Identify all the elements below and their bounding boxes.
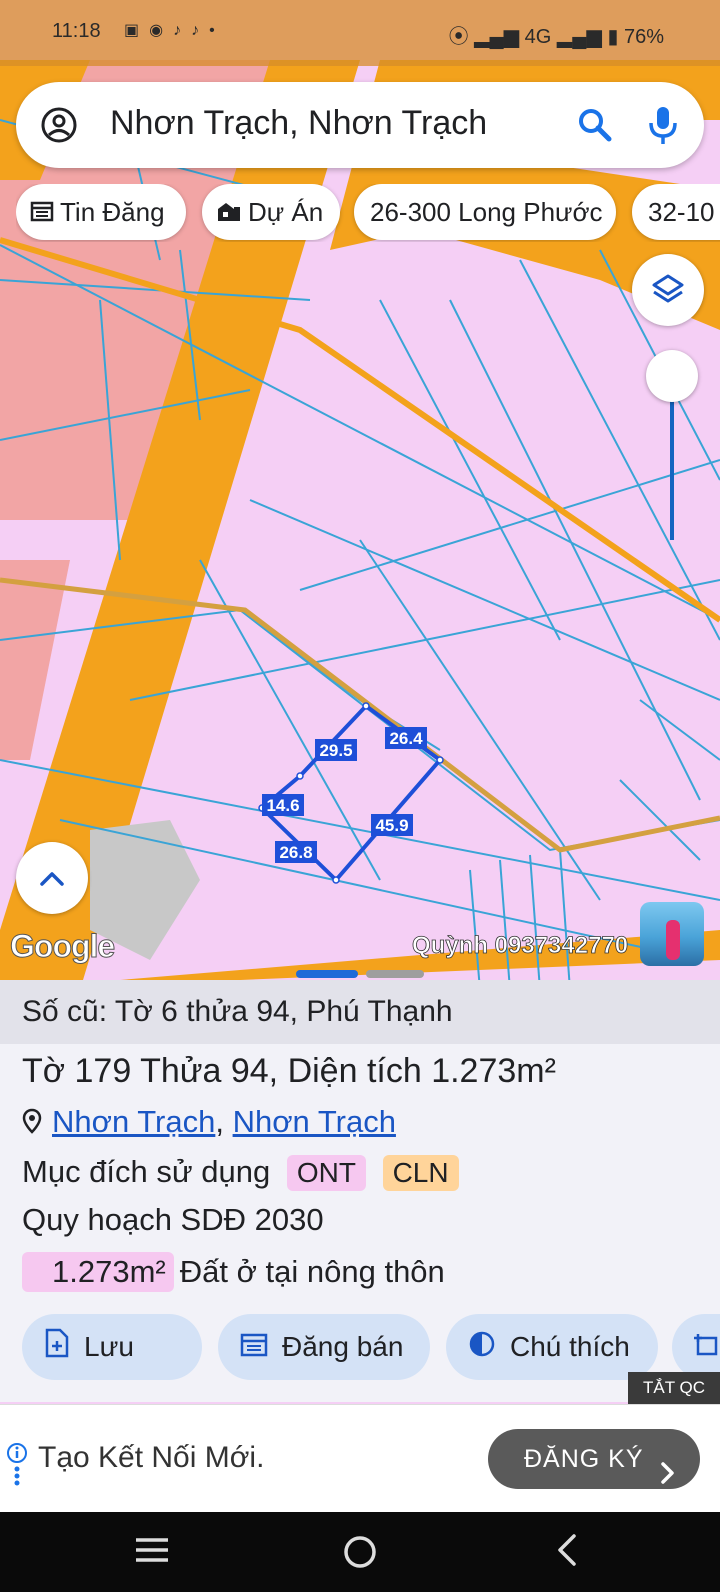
map-watermark: Quỳnh 0937342770 (412, 932, 629, 960)
add-photo-icon (694, 1316, 720, 1380)
save-file-icon (44, 1316, 70, 1380)
search-icon[interactable] (576, 106, 614, 149)
parcel-info-sheet: Số cũ: Tờ 6 thửa 94, Phú Thạnh Tờ 179 Th… (0, 970, 720, 1402)
chip-tin-dang[interactable]: Tin Đăng (16, 184, 186, 240)
edge-label-5: 26.8 (279, 843, 312, 862)
land-use-purpose: Mục đích sử dụng ONT CLN (22, 1154, 459, 1191)
post-sale-button[interactable]: Đăng bán (218, 1314, 430, 1380)
edge-label-4: 45.9 (375, 816, 408, 835)
calendar-icon (240, 1316, 268, 1380)
tag-cln: CLN (382, 1155, 459, 1191)
network-type: 4G (524, 26, 552, 48)
status-bar: 11:18 ▣◉♪♪• ⦿ ▂▄▆ 4G ▂▄▆ ▮ 76% (0, 0, 720, 66)
status-time: 11:18 (52, 20, 101, 42)
layers-icon (650, 272, 686, 313)
chip-du-an[interactable]: Dự Án (202, 184, 340, 240)
opacity-slider-track[interactable] (670, 380, 674, 540)
province-link[interactable]: Nhơn Trạch (233, 1104, 396, 1139)
chip-label: Dự Án (248, 197, 324, 227)
save-button[interactable]: Lưu (22, 1314, 202, 1380)
back-icon[interactable] (552, 1532, 580, 1573)
ad-info-icon[interactable] (6, 1443, 28, 1496)
tag-ont: ONT (286, 1155, 366, 1191)
chip-location-2[interactable]: 32-10 (632, 184, 720, 240)
legend-button[interactable]: Chú thích (446, 1314, 658, 1380)
parcel-location: Nhơn Trạch, Nhơn Trạch (22, 1104, 396, 1142)
signal-icon: ▂▄▆ (556, 26, 602, 48)
save-label: Lưu (84, 1331, 134, 1362)
tiktok-icon: ♪ (191, 22, 210, 39)
recent-apps-icon[interactable] (134, 1532, 170, 1573)
edge-label-3: 14.6 (266, 796, 299, 815)
area-row: 1.273m² Đất ở tại nông thôn (22, 1252, 445, 1292)
edge-label-2: 26.4 (389, 729, 423, 748)
layers-button[interactable] (632, 254, 704, 326)
post-sale-label: Đăng bán (282, 1331, 404, 1362)
dot-icon: • (209, 22, 225, 39)
chip-label: 32-10 (648, 197, 715, 227)
chip-label: Tin Đăng (60, 197, 165, 227)
microphone-icon[interactable] (644, 104, 682, 151)
more-action-button[interactable] (672, 1314, 720, 1380)
opacity-slider-knob[interactable] (646, 350, 698, 402)
status-right: ⦿ ▂▄▆ 4G ▂▄▆ ▮ 76% (449, 20, 664, 49)
tiktok-icon: ♪ (173, 22, 192, 39)
system-nav-bar (0, 1512, 720, 1592)
ad-signup-button[interactable]: ĐĂNG KÝ (488, 1429, 700, 1489)
notification-icons: ▣◉♪♪• (124, 20, 225, 40)
chevron-right-icon (660, 1447, 676, 1507)
sheet-handle-secondary[interactable] (366, 970, 424, 978)
area-value: 1.273m² (22, 1252, 174, 1292)
ad-text: Tạo Kết Nối Mới. (38, 1441, 265, 1474)
calendar-icon (30, 186, 54, 242)
district-link[interactable]: Nhơn Trạch (52, 1104, 215, 1139)
signal-icon: ▂▄▆ (474, 26, 520, 48)
area-description: Đất ở tại nông thôn (179, 1254, 445, 1289)
chevron-up-icon (38, 866, 66, 895)
contrast-icon (468, 1316, 496, 1380)
hide-ads-button[interactable]: TẮT QC (628, 1372, 720, 1404)
sheet-handle[interactable] (296, 970, 358, 978)
ad-cta-label: ĐĂNG KÝ (524, 1445, 644, 1473)
messenger-icon: ◉ (149, 22, 174, 39)
purpose-label: Mục đích sử dụng (22, 1154, 271, 1189)
battery-percent: 76% (623, 26, 664, 48)
edge-label-1: 29.5 (319, 741, 352, 760)
search-bar[interactable]: Nhơn Trạch, Nhơn Trạch (16, 82, 704, 168)
action-buttons: Lưu Đăng bán Chú thích (22, 1314, 720, 1380)
account-icon[interactable] (40, 106, 78, 149)
plan-label: Quy hoạch SDĐ 2030 (22, 1202, 324, 1237)
old-parcel-number: Số cũ: Tờ 6 thửa 94, Phú Thạnh (0, 980, 720, 1044)
location-separator: , (215, 1104, 224, 1139)
chip-label: 26-300 Long Phước (370, 197, 603, 227)
google-logo: Google (9, 928, 115, 965)
building-icon (216, 186, 242, 242)
zalo-icon: ▣ (124, 22, 150, 39)
home-icon[interactable] (340, 1532, 380, 1577)
parcel-title: Tờ 179 Thửa 94, Diện tích 1.273m² (22, 1052, 556, 1090)
search-query[interactable]: Nhơn Trạch, Nhơn Trạch (110, 104, 487, 143)
expand-up-button[interactable] (16, 842, 88, 914)
chip-location-1[interactable]: 26-300 Long Phước (354, 184, 616, 240)
ad-banner[interactable]: Tạo Kết Nối Mới. ĐĂNG KÝ (0, 1404, 720, 1513)
location-pin-icon (22, 1106, 42, 1142)
legend-label: Chú thích (510, 1331, 630, 1362)
location-icon: ⦿ (448, 26, 469, 48)
battery-icon: ▮ (607, 26, 619, 48)
filter-chips: Tin Đăng Dự Án 26-300 Long Phước 32-10 (16, 184, 720, 242)
user-avatar[interactable] (640, 902, 704, 966)
